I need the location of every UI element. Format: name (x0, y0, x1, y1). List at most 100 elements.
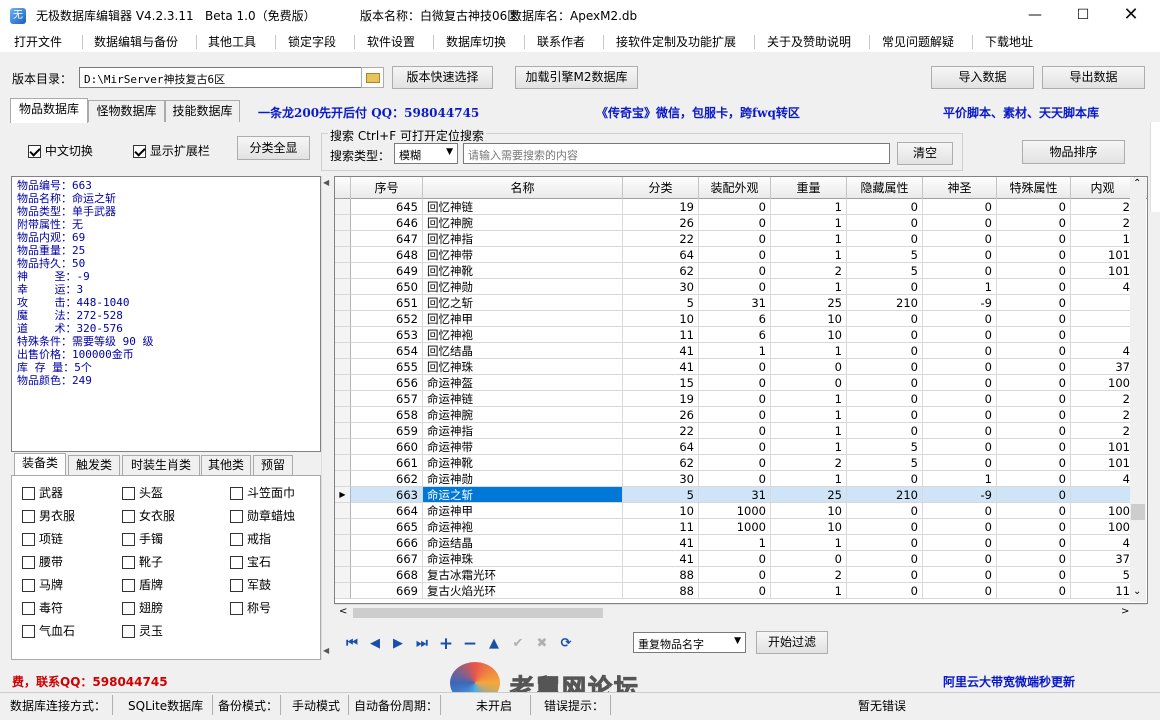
import-button[interactable]: 导入数据 (931, 66, 1034, 89)
table-cell[interactable]: 100 (1071, 519, 1135, 535)
table-cell[interactable]: 0 (699, 407, 771, 423)
table-cell[interactable]: 0 (923, 199, 997, 215)
item-name-cell[interactable]: 命运神甲 (423, 503, 623, 519)
table-cell[interactable]: 0 (847, 503, 923, 519)
table-row[interactable]: 650 回忆神勋 30 0 1 0 1 0 4 (335, 279, 1135, 295)
table-cell[interactable]: 0 (699, 391, 771, 407)
ad-text-2[interactable]: 《传奇宝》微信，包服卡，跨fwq转区 (596, 104, 800, 121)
table-cell[interactable]: 656 (351, 375, 423, 391)
table-cell[interactable]: 0 (847, 471, 923, 487)
table-cell[interactable]: 0 (997, 519, 1071, 535)
table-cell[interactable]: 30 (623, 279, 699, 295)
table-cell[interactable]: 88 (623, 567, 699, 583)
table-cell[interactable]: 0 (997, 583, 1071, 599)
table-cell[interactable]: 0 (923, 439, 997, 455)
table-cell[interactable]: 1 (923, 471, 997, 487)
table-cell[interactable]: 1 (771, 343, 847, 359)
table-row[interactable]: 669 复古火焰光环 88 0 1 0 0 0 11 (335, 583, 1135, 599)
ad-text-4[interactable]: 费，联系QQ：598044745 (12, 673, 168, 690)
table-cell[interactable]: 658 (351, 407, 423, 423)
table-row[interactable]: 660 命运神带 64 0 1 5 0 0 101 (335, 439, 1135, 455)
table-row[interactable]: 665 命运神袍 11 1000 10 0 0 0 100 (335, 519, 1135, 535)
row-indicator[interactable] (335, 535, 351, 551)
table-row[interactable]: 657 命运神链 19 0 1 0 0 0 2 (335, 391, 1135, 407)
table-row[interactable]: 656 命运神盔 15 0 0 0 0 0 100 (335, 375, 1135, 391)
table-cell[interactable]: 667 (351, 551, 423, 567)
table-cell[interactable]: 1 (771, 423, 847, 439)
table-cell[interactable]: 4 (1071, 535, 1135, 551)
menu-settings[interactable]: 软件设置 (367, 33, 415, 50)
subtab-trigger[interactable]: 触发类 (68, 455, 120, 475)
table-cell[interactable]: 660 (351, 439, 423, 455)
table-row[interactable]: ▶ 663 命运之斩 5 31 25 210 -9 0 (335, 487, 1135, 503)
clear-button[interactable]: 清空 (897, 142, 953, 165)
table-cell[interactable]: 0 (923, 567, 997, 583)
table-cell[interactable] (1071, 327, 1135, 343)
table-cell[interactable]: 1 (771, 215, 847, 231)
row-indicator[interactable] (335, 583, 351, 599)
table-cell[interactable]: 0 (847, 551, 923, 567)
table-cell[interactable]: 0 (997, 231, 1071, 247)
table-cell[interactable]: 2 (1071, 391, 1135, 407)
table-cell[interactable]: 210 (847, 487, 923, 503)
item-name-cell[interactable]: 命运神靴 (423, 455, 623, 471)
table-cell[interactable]: 31 (699, 295, 771, 311)
item-name-cell[interactable]: 命运神勋 (423, 471, 623, 487)
category-checkbox[interactable]: 女衣服 (122, 507, 175, 524)
table-row[interactable]: 654 回忆结晶 41 1 1 0 0 0 4 (335, 343, 1135, 359)
menu-lock-fields[interactable]: 锁定字段 (288, 33, 336, 50)
edit-record-icon[interactable]: ▲ (484, 635, 504, 653)
table-cell[interactable]: 0 (997, 471, 1071, 487)
maximize-icon[interactable]: ☐ (1060, 0, 1106, 30)
menu-download[interactable]: 下载地址 (985, 33, 1033, 50)
table-row[interactable]: 646 回忆神腕 26 0 1 0 0 0 2 (335, 215, 1135, 231)
category-checkbox[interactable]: 军鼓 (230, 576, 271, 593)
table-cell[interactable]: 0 (699, 439, 771, 455)
table-row[interactable]: 668 复古冰霜光环 88 0 2 0 0 0 5 (335, 567, 1135, 583)
table-row[interactable]: 652 回忆神甲 10 6 10 0 0 0 (335, 311, 1135, 327)
table-cell[interactable]: 5 (623, 487, 699, 503)
subtab-other[interactable]: 其他类 (201, 455, 251, 475)
table-cell[interactable]: 0 (699, 567, 771, 583)
table-cell[interactable]: 0 (771, 375, 847, 391)
table-cell[interactable]: 2 (1071, 407, 1135, 423)
table-cell[interactable]: 0 (847, 583, 923, 599)
table-cell[interactable]: 0 (699, 199, 771, 215)
table-row[interactable]: 659 命运神指 22 0 1 0 0 0 2 (335, 423, 1135, 439)
ad-text-3[interactable]: 平价脚本、素材、天天脚本库 (943, 104, 1099, 121)
table-cell[interactable]: 19 (623, 199, 699, 215)
table-cell[interactable]: 0 (997, 215, 1071, 231)
row-pointer-icon[interactable]: ▶ (335, 487, 351, 503)
item-name-cell[interactable]: 回忆神袍 (423, 327, 623, 343)
scroll-thumb[interactable] (353, 608, 603, 618)
tab-items[interactable]: 物品数据库 (10, 98, 88, 123)
table-cell[interactable]: 0 (923, 343, 997, 359)
scroll-thumb[interactable] (1131, 504, 1145, 520)
table-row[interactable]: 662 命运神勋 30 0 1 0 1 0 4 (335, 471, 1135, 487)
row-indicator[interactable] (335, 455, 351, 471)
table-cell[interactable]: 0 (699, 263, 771, 279)
table-cell[interactable]: 1 (771, 535, 847, 551)
column-header[interactable]: 神圣 (923, 177, 997, 199)
table-cell[interactable]: 665 (351, 519, 423, 535)
row-indicator[interactable] (335, 391, 351, 407)
search-type-select[interactable]: 模糊 ▼ (394, 143, 458, 164)
table-cell[interactable]: 0 (997, 503, 1071, 519)
table-row[interactable]: 651 回忆之斩 5 31 25 210 -9 0 (335, 295, 1135, 311)
table-cell[interactable]: 0 (997, 327, 1071, 343)
table-cell[interactable]: 41 (623, 535, 699, 551)
category-checkbox[interactable]: 男衣服 (22, 507, 75, 524)
table-cell[interactable]: 668 (351, 567, 423, 583)
table-cell[interactable]: 64 (623, 247, 699, 263)
subtab-fashion[interactable]: 时装生肖类 (122, 455, 200, 475)
table-cell[interactable]: 0 (923, 503, 997, 519)
table-cell[interactable]: 0 (699, 375, 771, 391)
table-cell[interactable]: 25 (771, 487, 847, 503)
table-cell[interactable]: 41 (623, 359, 699, 375)
row-indicator[interactable] (335, 407, 351, 423)
row-indicator[interactable] (335, 311, 351, 327)
table-cell[interactable]: 651 (351, 295, 423, 311)
table-cell[interactable]: 101 (1071, 247, 1135, 263)
table-cell[interactable]: 1 (771, 439, 847, 455)
table-cell[interactable]: 0 (997, 535, 1071, 551)
